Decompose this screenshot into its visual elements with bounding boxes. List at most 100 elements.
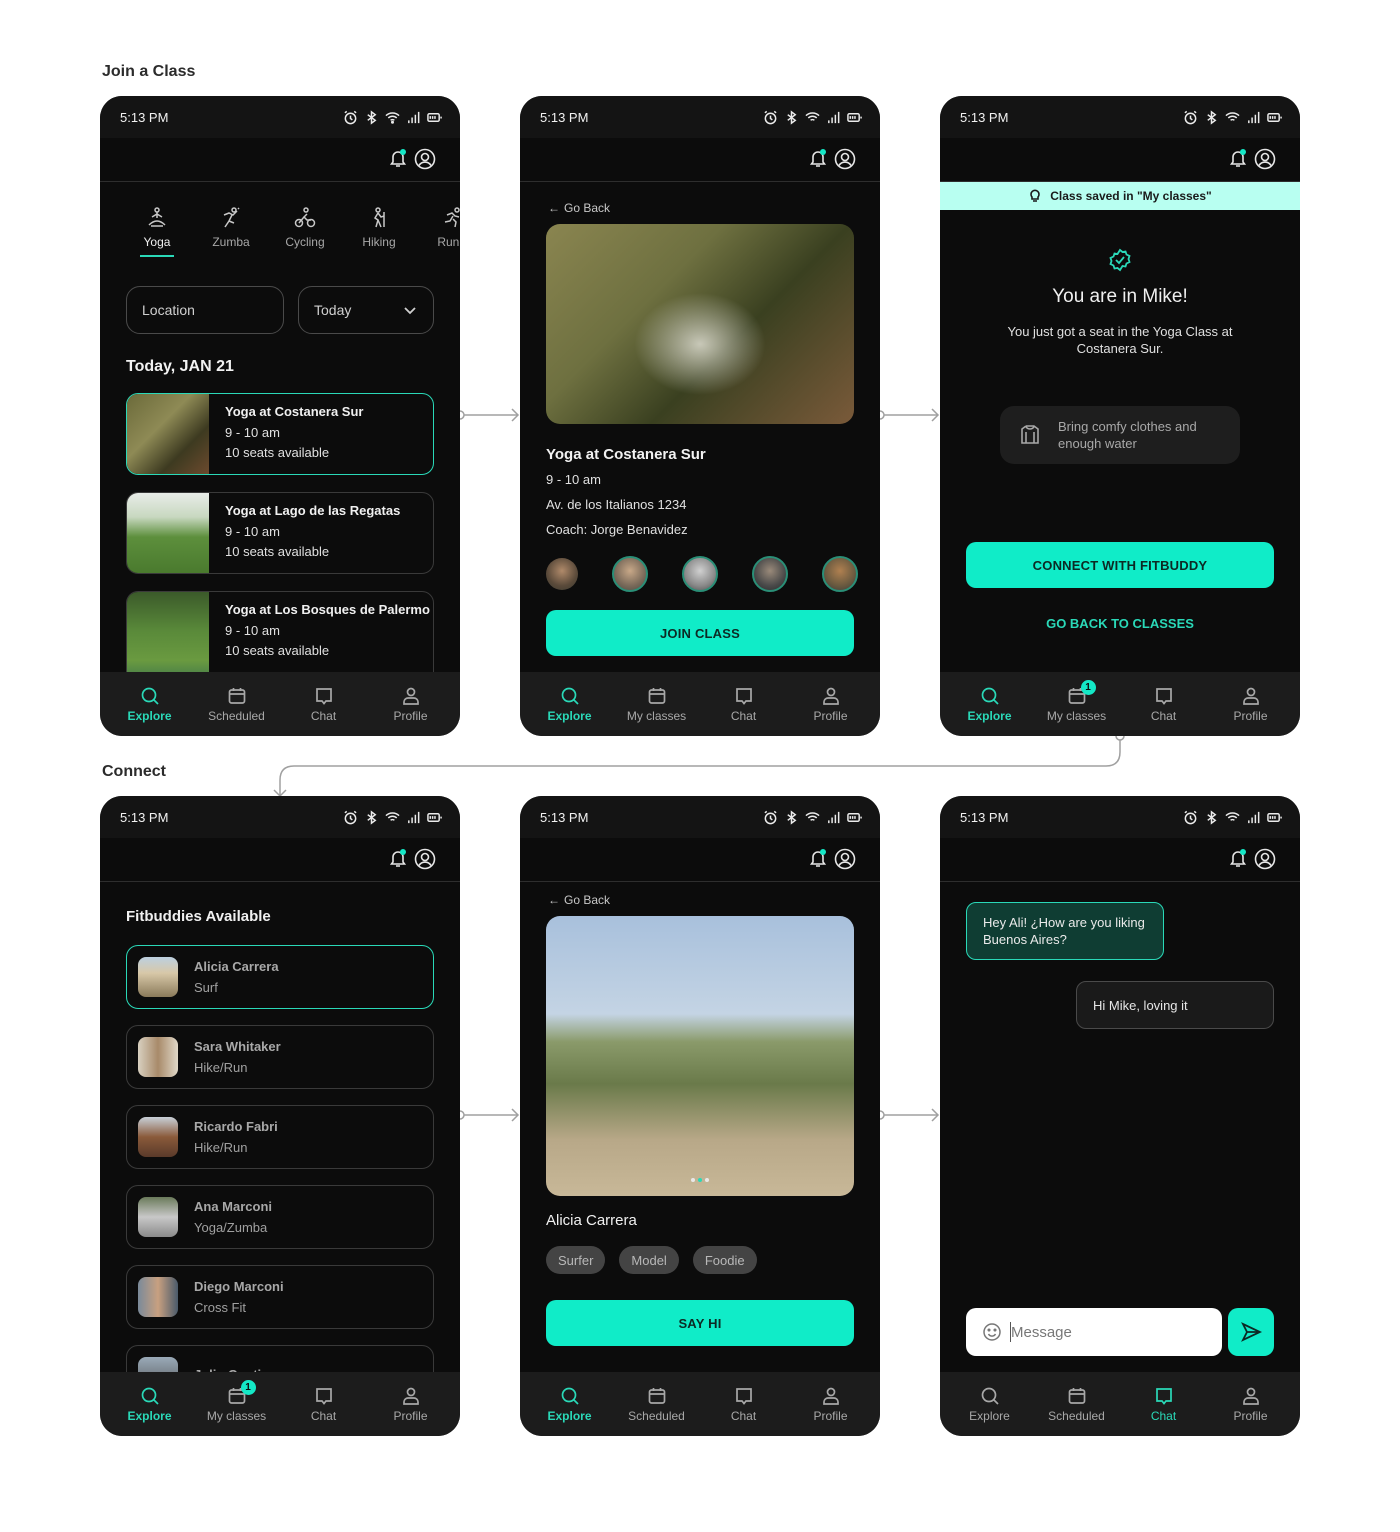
nav-explore[interactable]: Explore xyxy=(110,1386,190,1423)
date-select[interactable]: Today xyxy=(298,286,434,334)
screen-fitbuddies-list: 5:13 PM Fitbuddies Available Alicia Carr… xyxy=(100,796,460,1436)
account-button[interactable] xyxy=(1254,848,1276,870)
success-subtitle: You just got a seat in the Yoga Class at… xyxy=(1007,324,1233,356)
category-tab-yoga[interactable]: Yoga xyxy=(120,206,194,257)
attendee-avatar[interactable] xyxy=(612,556,648,592)
nav-label: Profile xyxy=(393,1408,428,1423)
carousel-dot[interactable] xyxy=(705,1178,709,1182)
nav-explore[interactable]: Explore xyxy=(530,1386,610,1423)
nav-my-classes[interactable]: 1 My classes xyxy=(1037,679,1117,723)
attendee-avatar[interactable] xyxy=(682,556,718,592)
nav-explore[interactable]: Explore xyxy=(530,686,610,723)
buddy-card[interactable]: Sara Whitaker Hike/Run xyxy=(126,1025,434,1089)
account-button[interactable] xyxy=(834,148,856,170)
account-button[interactable] xyxy=(414,848,436,870)
bluetooth-icon xyxy=(787,109,797,125)
wifi-icon xyxy=(805,111,820,121)
nav-explore[interactable]: Explore xyxy=(950,1386,1030,1423)
class-card[interactable]: Yoga at Lago de las Regatas 9 - 10 am 10… xyxy=(126,492,434,574)
class-time: 9 - 10 am xyxy=(225,623,280,638)
join-class-button[interactable]: JOIN CLASS xyxy=(546,610,854,656)
nav-my-classes[interactable]: My classes xyxy=(617,686,697,723)
category-tab-hiking[interactable]: Hiking xyxy=(342,206,416,257)
attendee-avatar[interactable] xyxy=(822,556,858,592)
carousel-dot-active[interactable] xyxy=(698,1178,702,1182)
connect-fitbuddy-button[interactable]: CONNECT WITH FITBUDDY xyxy=(966,542,1274,588)
buddy-card[interactable]: Diego Marconi Cross Fit xyxy=(126,1265,434,1329)
category-label: Cycling xyxy=(285,235,325,249)
screen-buddy-profile: 5:13 PM ← Go Back Alicia Carrera Surfer … xyxy=(520,796,880,1436)
go-back-to-classes-button[interactable]: GO BACK TO CLASSES xyxy=(940,616,1300,631)
nav-chat[interactable]: Chat xyxy=(704,686,784,723)
search-icon xyxy=(981,687,999,705)
nav-explore[interactable]: Explore xyxy=(950,686,1030,723)
notifications-button[interactable] xyxy=(1228,848,1248,868)
notifications-button[interactable] xyxy=(388,148,408,168)
battery-icon xyxy=(427,112,442,122)
nav-chat[interactable]: Chat xyxy=(284,1386,364,1423)
attendee-avatar[interactable] xyxy=(546,558,578,590)
nav-chat[interactable]: Chat xyxy=(1124,686,1204,723)
nav-profile[interactable]: Profile xyxy=(791,1386,871,1423)
nav-label: My classes xyxy=(1046,708,1107,723)
nav-profile[interactable]: Profile xyxy=(791,686,871,723)
buddy-card[interactable]: Ricardo Fabri Hike/Run xyxy=(126,1105,434,1169)
location-input[interactable]: Location xyxy=(126,286,284,334)
notifications-button[interactable] xyxy=(808,148,828,168)
buddy-card[interactable]: Alicia Carrera Surf xyxy=(126,945,434,1009)
person-icon xyxy=(402,687,419,705)
buddy-card[interactable]: Ana Marconi Yoga/Zumba xyxy=(126,1185,434,1249)
notifications-button[interactable] xyxy=(388,848,408,868)
alarm-icon xyxy=(764,810,777,824)
nav-label: Chat xyxy=(1150,1408,1177,1423)
message-placeholder: Message xyxy=(1011,1323,1072,1341)
nav-chat[interactable]: Chat xyxy=(704,1386,784,1423)
nav-scheduled[interactable]: Scheduled xyxy=(617,1386,697,1423)
carousel-dot[interactable] xyxy=(691,1178,695,1182)
notification-dot xyxy=(1240,149,1246,155)
notifications-button[interactable] xyxy=(1228,148,1248,168)
class-seats: 10 seats available xyxy=(225,445,330,460)
date-heading: Today, JAN 21 xyxy=(126,358,234,375)
emoji-icon[interactable] xyxy=(982,1322,1002,1342)
buddy-sport: Hike/Run xyxy=(194,1060,248,1075)
person-icon xyxy=(402,1387,419,1405)
account-button[interactable] xyxy=(1254,148,1276,170)
attendee-avatar[interactable] xyxy=(752,556,788,592)
say-hi-button[interactable]: SAY HI xyxy=(546,1300,854,1346)
person-icon xyxy=(822,687,839,705)
category-tab-running[interactable]: Runni xyxy=(416,206,460,257)
nav-chat[interactable]: Chat xyxy=(284,686,364,723)
class-card[interactable]: Yoga at Costanera Sur 9 - 10 am 10 seats… xyxy=(126,393,434,475)
nav-explore[interactable]: Explore xyxy=(110,686,190,723)
location-placeholder: Location xyxy=(142,302,195,318)
nav-profile[interactable]: Profile xyxy=(1211,1386,1291,1423)
message-input[interactable]: Message xyxy=(966,1308,1222,1356)
nav-label: Explore xyxy=(547,708,592,723)
fitbuddies-heading: Fitbuddies Available xyxy=(126,908,271,925)
send-button[interactable] xyxy=(1228,1308,1274,1356)
nav-label: Explore xyxy=(127,708,172,723)
nav-label: Scheduled xyxy=(1048,1408,1105,1423)
buddy-photo-carousel[interactable] xyxy=(546,916,854,1196)
category-tab-cycling[interactable]: Cycling xyxy=(268,206,342,257)
account-button[interactable] xyxy=(414,148,436,170)
nav-profile[interactable]: Profile xyxy=(1211,686,1291,723)
notifications-button[interactable] xyxy=(808,848,828,868)
nav-profile[interactable]: Profile xyxy=(371,1386,451,1423)
nav-scheduled[interactable]: Scheduled xyxy=(197,686,277,723)
search-icon xyxy=(141,1387,159,1405)
go-back-link[interactable]: ← Go Back xyxy=(548,893,610,907)
nav-profile[interactable]: Profile xyxy=(371,686,451,723)
lightbulb-icon xyxy=(1030,189,1041,202)
category-tab-zumba[interactable]: Zumba xyxy=(194,206,268,257)
arrowhead xyxy=(511,408,520,422)
go-back-link[interactable]: ← Go Back xyxy=(548,201,610,215)
user-circle-icon xyxy=(414,148,436,170)
user-circle-icon xyxy=(834,148,856,170)
account-button[interactable] xyxy=(834,848,856,870)
nav-scheduled[interactable]: Scheduled xyxy=(1037,1386,1117,1423)
nav-my-classes[interactable]: 1 My classes xyxy=(197,1379,277,1423)
bottom-nav: Explore Scheduled Chat Profile xyxy=(100,672,460,736)
nav-chat[interactable]: Chat xyxy=(1124,1386,1204,1423)
